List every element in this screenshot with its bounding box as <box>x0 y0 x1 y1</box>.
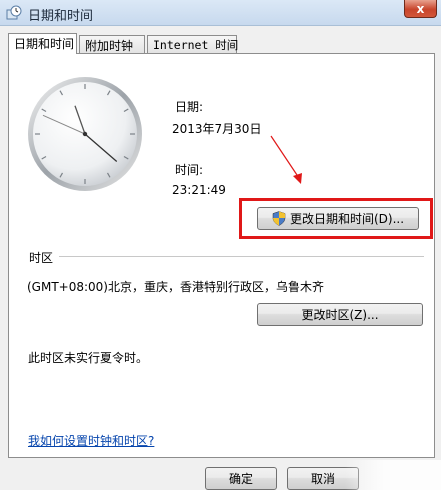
annotation-arrow <box>270 135 302 184</box>
time-value: 23:21:49 <box>172 183 226 197</box>
clock-settings-icon <box>6 5 22 20</box>
date-label: 日期: <box>175 100 204 114</box>
tab-additional-clocks[interactable]: 附加时钟 <box>79 35 145 53</box>
help-link[interactable]: 我如何设置时钟和时区? <box>28 432 154 449</box>
change-timezone-button[interactable]: 更改时区(Z)... <box>257 303 423 326</box>
dst-note: 此时区未实行夏令时。 <box>28 351 149 365</box>
close-button[interactable]: x <box>404 0 437 18</box>
change-date-time-button[interactable]: 更改日期和时间(D)... <box>257 207 419 230</box>
uac-shield-icon <box>272 211 286 226</box>
watermark-overlay <box>345 460 441 490</box>
section-divider <box>59 256 424 257</box>
tab-date-time[interactable]: 日期和时间 <box>8 33 77 54</box>
window-title: 日期和时间 <box>28 9 94 24</box>
title-bar: 日期和时间 x <box>0 0 441 26</box>
tab-internet-time[interactable]: Internet 时间 <box>147 35 238 53</box>
change-timezone-label: 更改时区(Z)... <box>301 308 379 322</box>
time-label: 时间: <box>175 163 204 177</box>
ok-button[interactable]: 确定 <box>205 467 277 490</box>
analog-clock <box>28 77 142 191</box>
timezone-value: (GMT+08:00)北京，重庆，香港特别行政区，乌鲁木齐 <box>27 280 324 294</box>
date-value: 2013年7月30日 <box>172 122 262 136</box>
change-date-time-label: 更改日期和时间(D)... <box>289 212 405 226</box>
timezone-section-label: 时区 <box>29 251 54 265</box>
tab-panel: 日期: 2013年7月30日 时间: 23:21:49 更改日期和时间(D)..… <box>8 53 435 458</box>
